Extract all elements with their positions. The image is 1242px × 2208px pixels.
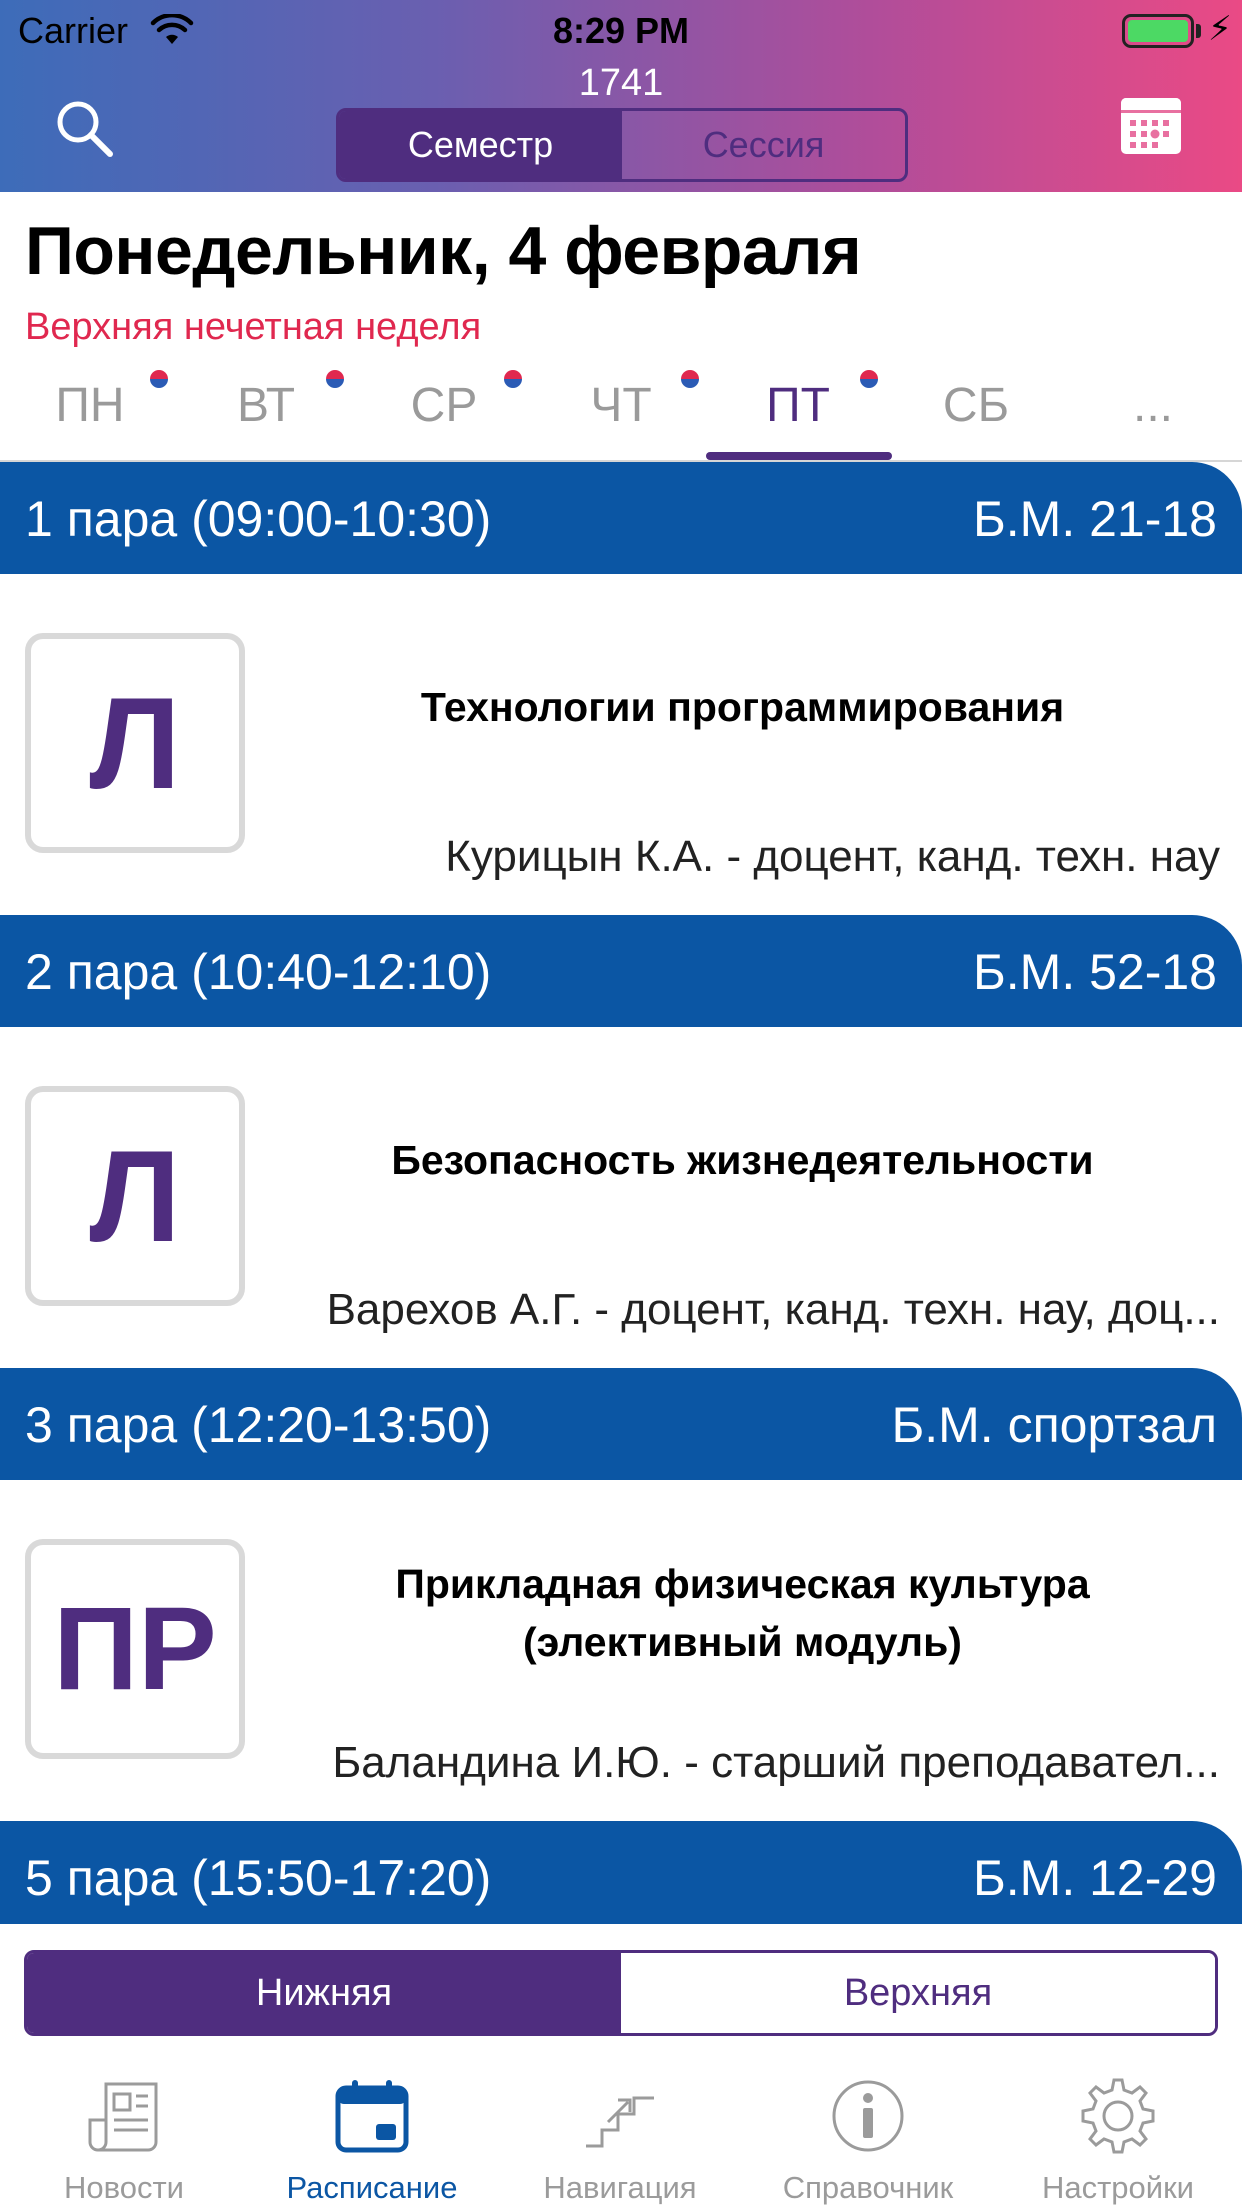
status-bar: Carrier 8:29 PM ⚡︎ [0, 0, 1242, 60]
battery-icon [1122, 14, 1194, 48]
lesson-teacher: Курицын К.А. - доцент, канд. техн. нау [445, 832, 1220, 881]
calendar-icon [335, 2080, 409, 2153]
week-toggle: Нижняя Верхняя [24, 1950, 1218, 2036]
group-number: 1741 [578, 62, 664, 104]
charging-bolt-icon: ⚡︎ [1208, 10, 1232, 48]
battery-cap [1196, 24, 1201, 38]
stairs-icon [586, 2096, 654, 2148]
lesson-subject[interactable]: Прикладная физическая культура (элективн… [290, 1555, 1195, 1671]
pair-header: 3 пара (12:20-13:50) Б.М. спортзал [0, 1368, 1242, 1480]
tab-label: Навигация [543, 2170, 697, 2205]
info-icon [832, 2080, 904, 2152]
gear-icon [1081, 2078, 1155, 2154]
tab-reference[interactable]: Справочник [744, 2052, 992, 2208]
segment-semester[interactable]: Семестр [339, 111, 622, 179]
newspaper-icon [88, 2082, 158, 2152]
segment-lower-week[interactable]: Нижняя [27, 1953, 621, 2033]
tab-settings[interactable]: Настройки [994, 2052, 1242, 2208]
tab-navigation[interactable]: Навигация [496, 2052, 744, 2208]
calendar-icon[interactable] [1118, 92, 1184, 158]
tab-day-sat[interactable]: СБ [886, 378, 1066, 433]
day-indicator-dot [326, 370, 344, 388]
pair-time: 5 пара (15:50-17:20) [25, 1850, 492, 1906]
lesson-teacher: Баландина И.Ю. - старший преподавател... [332, 1738, 1220, 1787]
day-indicator-dot [860, 370, 878, 388]
tab-news[interactable]: Новости [0, 2052, 248, 2208]
tab-schedule[interactable]: Расписание [248, 2052, 496, 2208]
tab-day-fri[interactable]: ПТ [708, 378, 888, 433]
tab-label: Расписание [286, 2170, 458, 2205]
pair-room: Б.М. 21-18 [972, 491, 1217, 547]
pair-header: 1 пара (09:00-10:30) Б.М. 21-18 [0, 462, 1242, 574]
status-time: 8:29 PM [552, 10, 690, 51]
pair-room: Б.М. спортзал [891, 1397, 1217, 1453]
lesson-teacher: Варехов А.Г. - доцент, канд. техн. нау, … [326, 1285, 1220, 1334]
segment-upper-week[interactable]: Верхняя [621, 1953, 1215, 2033]
day-indicator-dot [681, 370, 699, 388]
tab-label: Настройки [1041, 2170, 1194, 2205]
pair-header: 5 пара (15:50-17:20) Б.М. 12-29 [0, 1821, 1242, 1933]
page-title: Понедельник, 4 февраля [25, 213, 862, 289]
tab-bar: Новости Расписание Навигация Справочник [0, 2052, 1242, 2208]
weekday-tabs: ПН ВТ СР ЧТ ПТ СБ ... [0, 360, 1242, 460]
search-icon[interactable] [52, 96, 116, 160]
pair-time: 2 пара (10:40-12:10) [25, 944, 492, 1000]
pair-room: Б.М. 12-29 [972, 1850, 1217, 1906]
day-indicator-dot [150, 370, 168, 388]
pair-room: Б.М. 52-18 [972, 944, 1217, 1000]
segment-session[interactable]: Сессия [622, 111, 905, 179]
selected-day-underline [706, 452, 892, 460]
lesson-type-badge: ПР [25, 1539, 245, 1759]
tab-label: Справочник [782, 2170, 954, 2205]
header-bar: Carrier 8:29 PM ⚡︎ 1741 Семестр Сессия [0, 0, 1242, 192]
pair-time: 1 пара (09:00-10:30) [25, 491, 492, 547]
tab-day-more[interactable]: ... [1063, 378, 1242, 433]
lesson-type-badge: Л [25, 1086, 245, 1306]
lesson-type-badge: Л [25, 633, 245, 853]
pair-header: 2 пара (10:40-12:10) Б.М. 52-18 [0, 915, 1242, 1027]
pair-time: 3 пара (12:20-13:50) [25, 1397, 492, 1453]
tab-label: Новости [63, 2170, 184, 2205]
lesson-subject[interactable]: Безопасность жизнедеятельности [260, 1131, 1225, 1189]
semester-session-toggle: Семестр Сессия [336, 108, 908, 182]
day-indicator-dot [504, 370, 522, 388]
week-type-label: Верхняя нечетная неделя [25, 306, 482, 348]
lesson-subject[interactable]: Технологии программирования [260, 678, 1225, 736]
